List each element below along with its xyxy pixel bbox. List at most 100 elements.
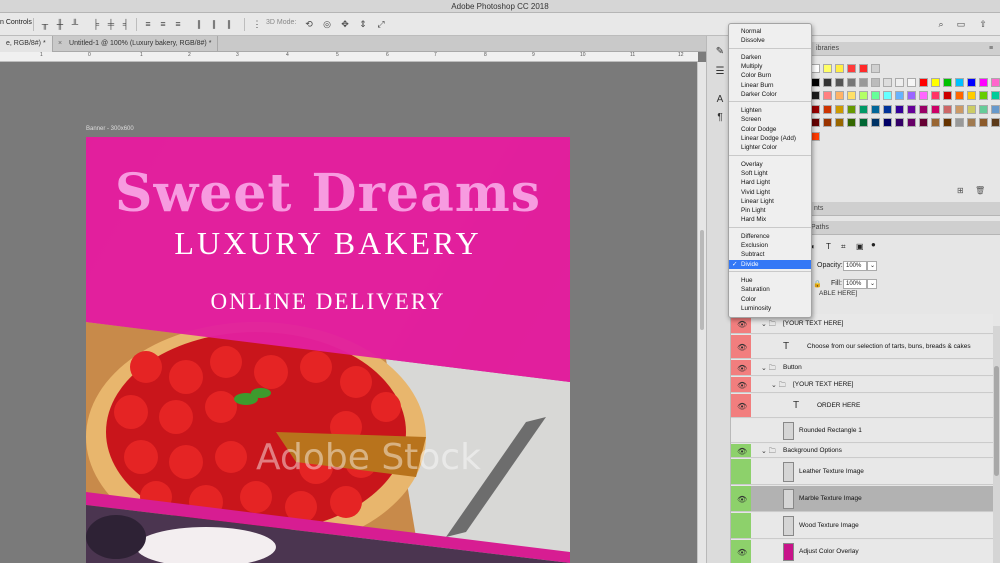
layer-row[interactable]: Rounded Rectangle 1: [731, 419, 993, 443]
color-swatch[interactable]: [967, 91, 976, 100]
color-swatch[interactable]: [883, 91, 892, 100]
artboard-banner[interactable]: Adobe Stock Sweet Dreams LUXURY BAKERY O…: [86, 137, 570, 563]
color-swatch[interactable]: [955, 91, 964, 100]
color-swatch[interactable]: [955, 77, 964, 87]
color-swatch[interactable]: [871, 64, 880, 73]
layer-visibility-toggle[interactable]: 👁: [731, 335, 751, 358]
blend-mode-option[interactable]: Hue: [729, 276, 811, 285]
blend-mode-option[interactable]: Linear Light: [729, 197, 811, 206]
layer-visibility-toggle[interactable]: 👁: [731, 540, 751, 563]
blend-mode-option[interactable]: Hard Mix: [729, 215, 811, 224]
color-swatch[interactable]: [895, 104, 904, 114]
color-swatch[interactable]: [979, 118, 988, 127]
align-right-icon[interactable]: ╡: [121, 19, 131, 29]
tab-document-2[interactable]: × Untitled-1 @ 100% (Luxury bakery, RGB/…: [52, 36, 219, 52]
blend-mode-option[interactable]: Screen: [729, 115, 811, 124]
color-swatch[interactable]: [919, 118, 928, 127]
color-swatch[interactable]: [943, 91, 952, 100]
color-swatch[interactable]: [931, 77, 940, 87]
color-swatch[interactable]: [955, 118, 964, 127]
color-swatch[interactable]: [991, 104, 1000, 114]
layer-visibility-toggle[interactable]: 👁: [731, 444, 751, 457]
folder-icon[interactable]: ⌄ 🗀: [761, 320, 776, 331]
3d-roll-icon[interactable]: ◎: [322, 19, 332, 29]
color-swatch[interactable]: [811, 77, 820, 87]
blend-mode-option[interactable]: Lighten: [729, 106, 811, 115]
scrollbar-thumb[interactable]: [994, 366, 999, 476]
character-icon[interactable]: A: [714, 94, 726, 106]
folder-icon[interactable]: ⌄ 🗀: [761, 447, 776, 458]
trash-icon[interactable]: 🗑: [975, 186, 985, 195]
color-swatch[interactable]: [907, 118, 916, 127]
blend-mode-option[interactable]: Color Burn: [729, 71, 811, 80]
folder-icon[interactable]: ⌄ 🗀: [761, 364, 776, 375]
color-swatch[interactable]: [823, 91, 832, 100]
color-swatch[interactable]: [979, 91, 988, 100]
align-bottom-icon[interactable]: ╨: [70, 19, 80, 29]
blend-mode-option[interactable]: Linear Burn: [729, 81, 811, 90]
blend-mode-option[interactable]: ✓ Divide: [729, 259, 811, 269]
color-swatch[interactable]: [883, 118, 892, 127]
panel-menu-icon[interactable]: ≡: [989, 42, 993, 56]
color-swatch[interactable]: [883, 77, 892, 87]
banner-title[interactable]: Sweet Dreams: [86, 163, 570, 224]
color-swatch[interactable]: [991, 77, 1000, 87]
color-swatch[interactable]: [835, 64, 844, 73]
scrollbar-thumb[interactable]: [700, 230, 704, 330]
paragraph-icon[interactable]: ¶: [714, 112, 726, 124]
auto-align-icon[interactable]: ⋮: [252, 19, 262, 29]
color-swatch[interactable]: [859, 118, 868, 127]
close-icon[interactable]: ×: [58, 40, 62, 47]
align-top-icon[interactable]: ╥: [40, 19, 50, 29]
color-swatch[interactable]: [907, 77, 916, 87]
blend-mode-option[interactable]: Darker Color: [729, 90, 811, 99]
layer-row[interactable]: 👁 T Choose from our selection of tarts, bu…: [731, 335, 993, 359]
color-swatch[interactable]: [859, 64, 868, 73]
blend-mode-option[interactable]: Darken: [729, 53, 811, 62]
color-swatch[interactable]: [859, 104, 868, 114]
banner-tagline[interactable]: ONLINE DELIVERY: [86, 289, 570, 315]
blend-mode-option[interactable]: Color: [729, 295, 811, 304]
color-swatch[interactable]: [955, 104, 964, 114]
blend-mode-option[interactable]: Pin Light: [729, 206, 811, 215]
layer-visibility-toggle[interactable]: 👁: [731, 486, 751, 511]
chevron-down-icon[interactable]: ⌄: [867, 261, 877, 271]
opacity-input[interactable]: 100%: [843, 261, 867, 271]
blend-mode-option[interactable]: Color Dodge: [729, 125, 811, 134]
align-vertical-center-icon[interactable]: ╫: [55, 19, 65, 29]
layer-visibility-toggle[interactable]: 👁: [731, 377, 751, 392]
blend-mode-option[interactable]: Hard Light: [729, 178, 811, 187]
color-swatch[interactable]: [859, 91, 868, 100]
color-swatch[interactable]: [931, 104, 940, 114]
color-swatch[interactable]: [967, 118, 976, 127]
color-swatch[interactable]: [811, 131, 820, 141]
color-swatch[interactable]: [871, 91, 880, 100]
blend-mode-option[interactable]: Multiply: [729, 62, 811, 71]
layer-row[interactable]: Wood Texture Image: [731, 513, 993, 539]
distribute-vcenter-icon[interactable]: ≡: [158, 19, 168, 29]
distribute-left-icon[interactable]: ∥: [194, 19, 204, 29]
3d-pan-icon[interactable]: ✥: [340, 19, 350, 29]
color-swatch[interactable]: [967, 77, 976, 87]
color-swatch[interactable]: [823, 64, 832, 73]
color-swatch[interactable]: [847, 91, 856, 100]
tab-libraries[interactable]: ibraries: [816, 42, 839, 56]
color-swatch[interactable]: [979, 104, 988, 114]
color-swatch[interactable]: [859, 77, 868, 87]
color-swatch[interactable]: [943, 77, 952, 87]
layer-row-partial[interactable]: ABLE HERE]: [819, 290, 857, 297]
blend-mode-option[interactable]: Soft Light: [729, 169, 811, 178]
color-swatch[interactable]: [811, 104, 820, 114]
3d-scale-icon[interactable]: ⤢: [376, 19, 386, 29]
layer-row[interactable]: Leather Texture Image: [731, 459, 993, 485]
blend-mode-option[interactable]: Normal: [729, 27, 811, 36]
color-swatch[interactable]: [871, 104, 880, 114]
color-swatch[interactable]: [931, 91, 940, 100]
color-swatch[interactable]: [991, 118, 1000, 127]
color-swatch[interactable]: [847, 104, 856, 114]
layer-visibility-toggle[interactable]: [731, 459, 751, 484]
artboard-label[interactable]: Banner - 300x600: [86, 126, 134, 132]
show-transform-controls-label[interactable]: n Controls: [0, 19, 32, 26]
color-swatch[interactable]: [823, 104, 832, 114]
blend-mode-option[interactable]: Dissolve: [729, 36, 811, 45]
